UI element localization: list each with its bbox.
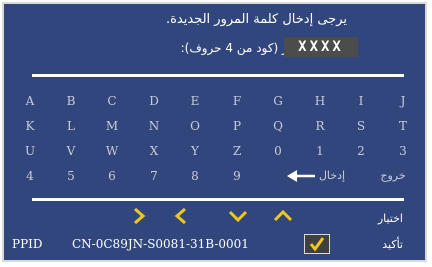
key-q[interactable]: Q [258, 117, 298, 135]
chevron-left-icon [169, 206, 193, 226]
key-1[interactable]: 1 [300, 142, 340, 160]
key-3[interactable]: 3 [383, 142, 423, 160]
ok-button[interactable] [304, 234, 330, 254]
password-field[interactable]: XXXX [284, 37, 358, 57]
ppid-label: PPID [12, 237, 43, 251]
top-divider [32, 74, 404, 77]
password-prompt: يرجى إدخال كلمة المرور الجديدة. [165, 12, 347, 27]
exit-key[interactable]: خروج [368, 167, 418, 185]
key-5[interactable]: 5 [51, 167, 91, 185]
key-x[interactable]: X [134, 142, 174, 160]
key-z[interactable]: Z [217, 142, 257, 160]
enter-key[interactable]: إدخال [307, 167, 357, 185]
key-c[interactable]: C [92, 92, 132, 110]
key-g[interactable]: G [258, 92, 298, 110]
key-4[interactable]: 4 [10, 167, 50, 185]
bottom-divider [32, 198, 404, 201]
key-u[interactable]: U [10, 142, 50, 160]
key-n[interactable]: N [134, 117, 174, 135]
key-k[interactable]: K [10, 117, 50, 135]
key-s[interactable]: S [341, 117, 381, 135]
key-a[interactable]: A [10, 92, 50, 110]
key-o[interactable]: O [175, 117, 215, 135]
key-e[interactable]: E [175, 92, 215, 110]
key-f[interactable]: F [217, 92, 257, 110]
key-8[interactable]: 8 [175, 167, 215, 185]
password-dialog: يرجى إدخال كلمة المرور الجديدة. كلمة الم… [2, 2, 427, 262]
key-m[interactable]: M [92, 117, 132, 135]
key-y[interactable]: Y [175, 142, 215, 160]
chevron-up-icon [271, 206, 295, 226]
chevron-right-icon [127, 206, 151, 226]
key-w[interactable]: W [92, 142, 132, 160]
key-2[interactable]: 2 [341, 142, 381, 160]
chevron-down-icon [226, 206, 250, 226]
key-d[interactable]: D [134, 92, 174, 110]
select-hint: اختيار [377, 212, 403, 225]
key-7[interactable]: 7 [134, 167, 174, 185]
checkmark-icon [309, 237, 325, 252]
key-i[interactable]: I [341, 92, 381, 110]
key-h[interactable]: H [300, 92, 340, 110]
key-0[interactable]: 0 [258, 142, 298, 160]
key-t[interactable]: T [383, 117, 423, 135]
key-v[interactable]: V [51, 142, 91, 160]
ppid-value: CN-0C89JN-S0081-31B-0001 [72, 237, 249, 251]
confirm-hint: تأكيد [382, 238, 403, 251]
key-l[interactable]: L [51, 117, 91, 135]
key-6[interactable]: 6 [92, 167, 132, 185]
key-j[interactable]: J [383, 92, 423, 110]
key-r[interactable]: R [300, 117, 340, 135]
key-b[interactable]: B [51, 92, 91, 110]
key-p[interactable]: P [217, 117, 257, 135]
key-9[interactable]: 9 [217, 167, 257, 185]
